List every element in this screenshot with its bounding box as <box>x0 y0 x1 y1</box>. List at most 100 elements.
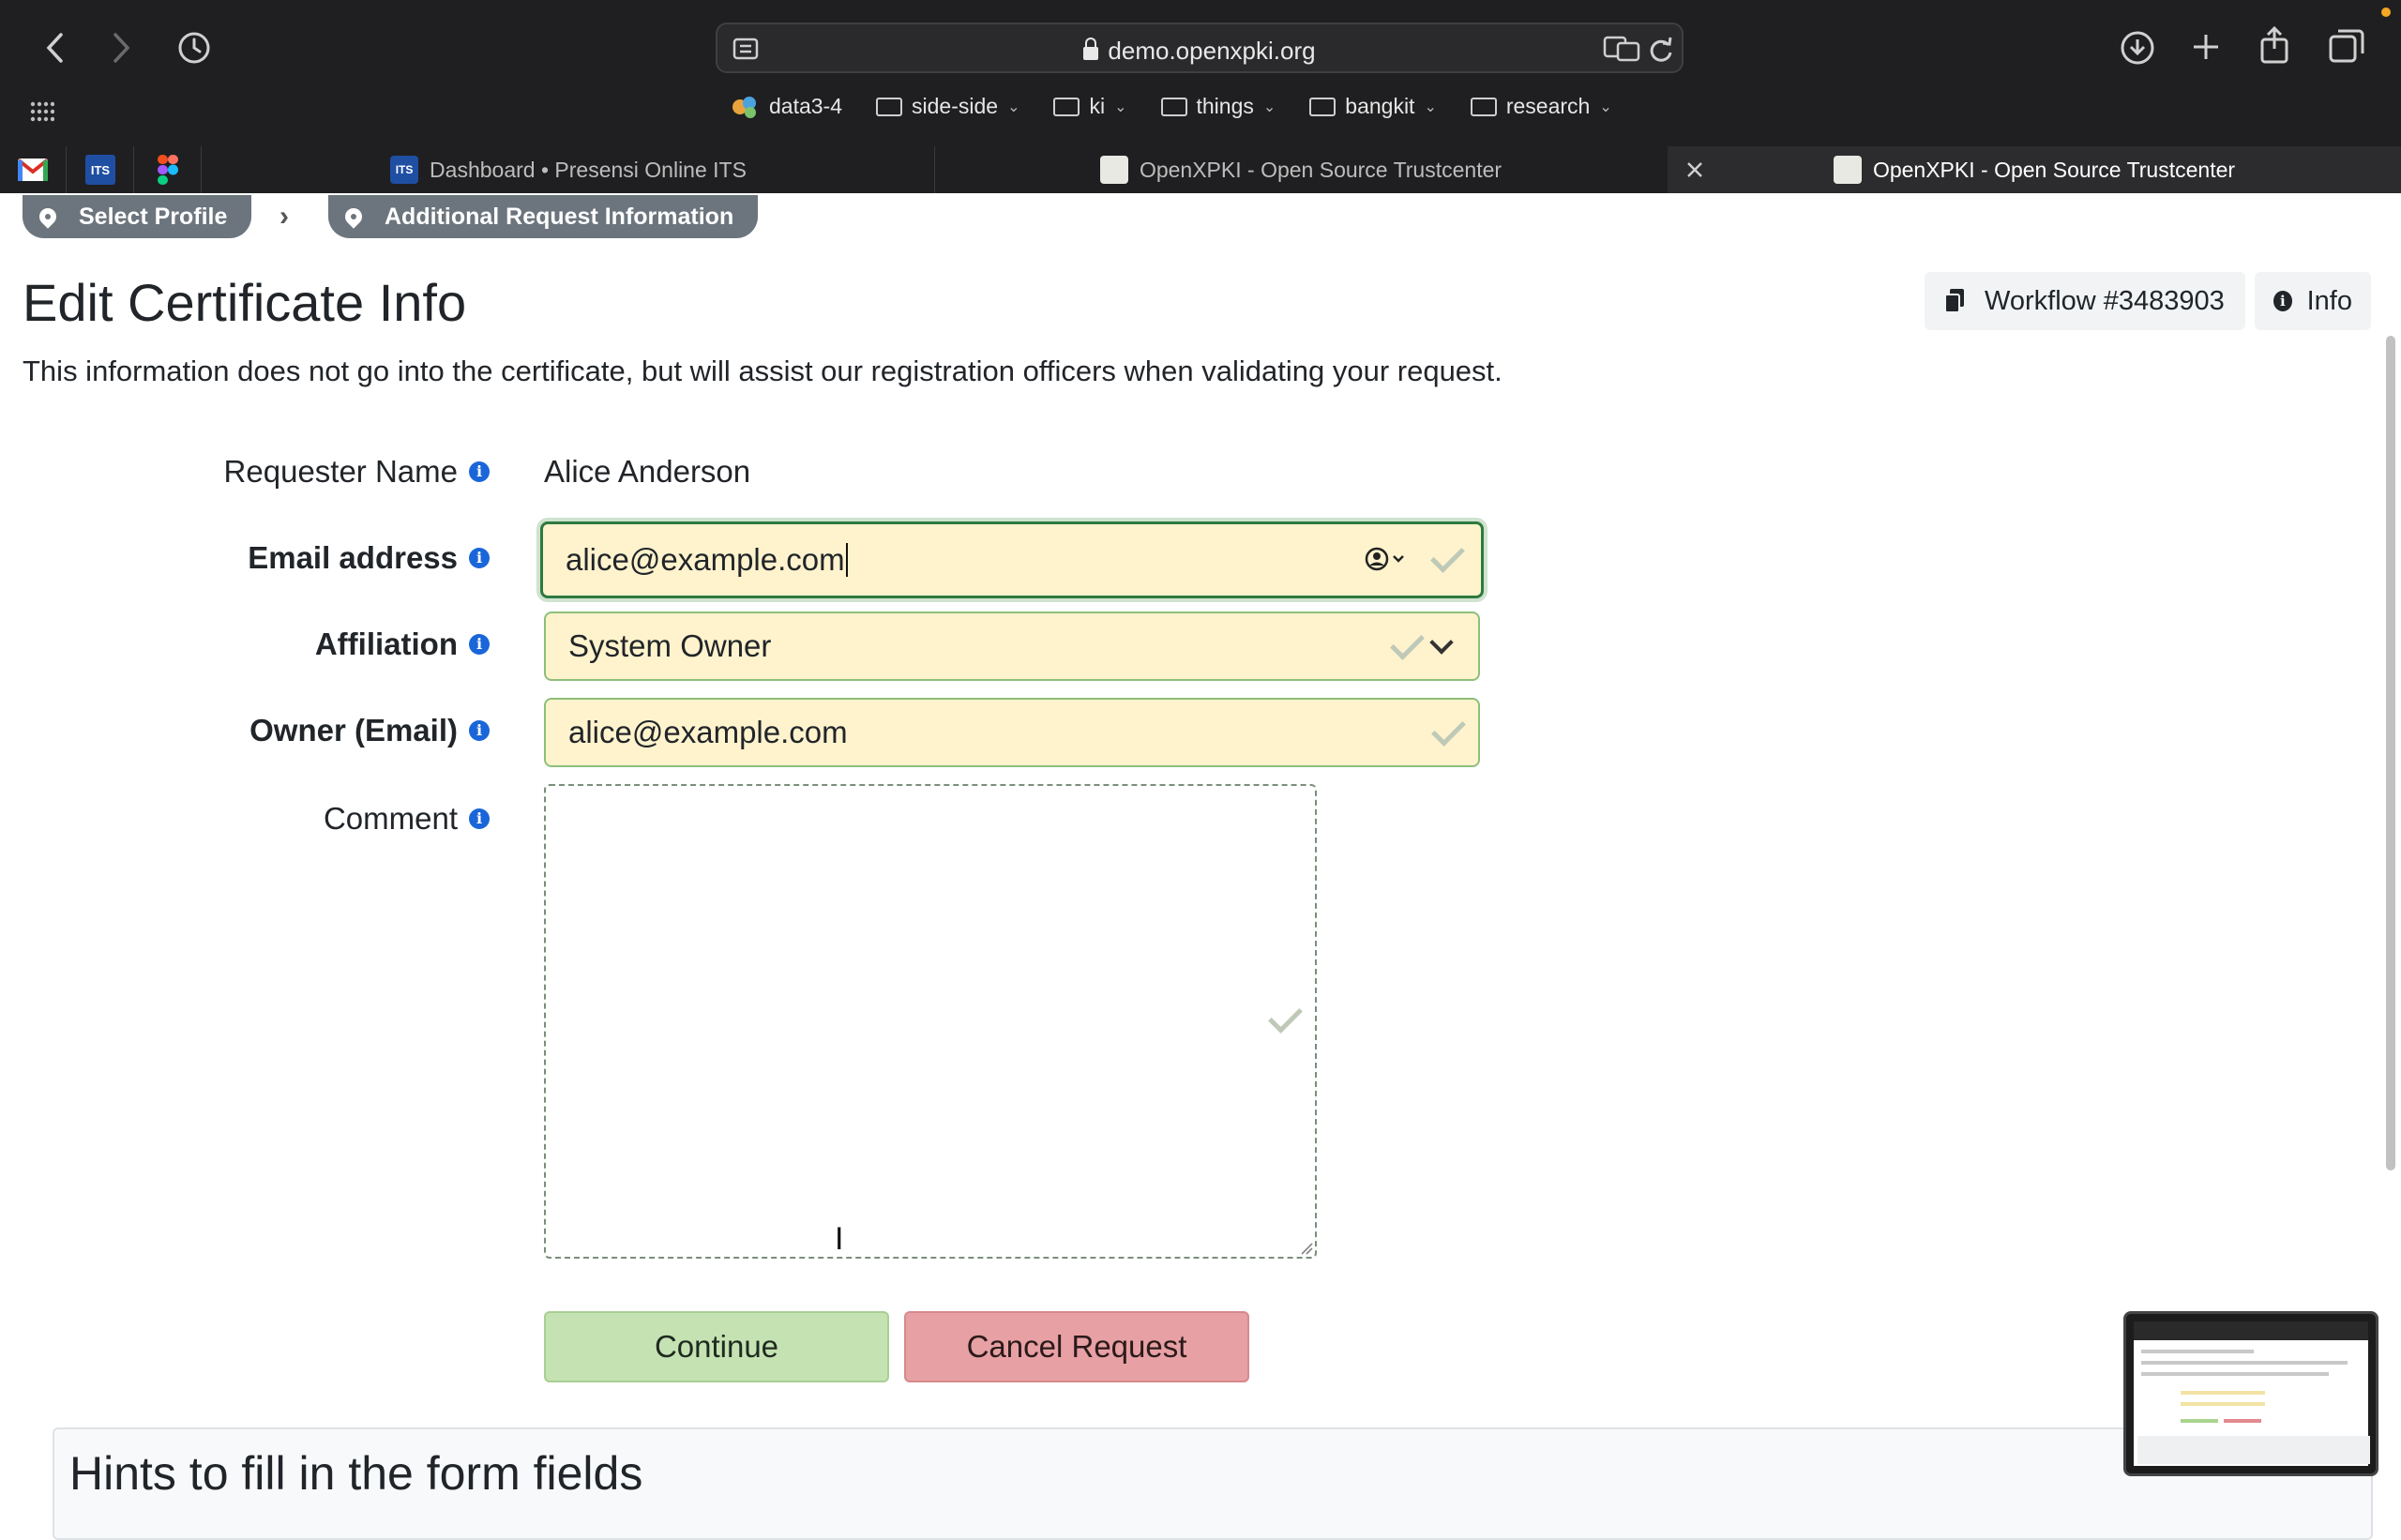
info-icon[interactable]: i <box>469 461 490 482</box>
resize-handle-icon[interactable] <box>1298 1240 1313 1255</box>
map-pin-icon <box>341 204 366 229</box>
info-icon[interactable]: i <box>469 808 490 829</box>
chevron-down-icon: ⌄ <box>1114 98 1127 115</box>
new-tab-icon[interactable] <box>2191 32 2221 62</box>
bookmark-label: ki <box>1089 94 1106 118</box>
cancel-request-button[interactable]: Cancel Request <box>904 1311 1249 1382</box>
owner-email-label: Owner (Email) i <box>249 713 490 748</box>
bookmark-label: data3-4 <box>769 94 843 118</box>
thumbnail-line <box>2141 1361 2348 1365</box>
folder-icon <box>1470 97 1497 116</box>
tab-bar: ITS ITS Dashboard • Presensi Online ITS … <box>0 146 2401 193</box>
affiliation-select[interactable]: System Owner <box>544 611 1480 681</box>
back-button[interactable] <box>32 24 79 71</box>
breadcrumb-select-profile[interactable]: Select Profile <box>23 195 251 238</box>
folder-icon <box>876 97 903 116</box>
tab-overview-icon[interactable] <box>2328 28 2365 64</box>
thumbnail-line <box>2141 1350 2254 1353</box>
tab-title: OpenXPKI - Open Source Trustcenter <box>1139 157 1503 182</box>
thumbnail-line <box>2137 1436 2370 1464</box>
email-field[interactable]: alice@example.com <box>540 521 1484 598</box>
checkmark-icon <box>1390 626 1425 660</box>
info-icon[interactable]: i <box>469 634 490 655</box>
requester-name-label: Requester Name i <box>224 454 490 490</box>
tab-dashboard[interactable]: ITS Dashboard • Presensi Online ITS <box>203 146 935 193</box>
comment-label: Comment i <box>324 801 490 837</box>
owner-email-value: alice@example.com <box>568 715 848 749</box>
reload-icon[interactable] <box>1648 36 1674 64</box>
gmail-icon <box>17 159 49 181</box>
workflow-label: Workflow #3483903 <box>1985 285 2225 316</box>
email-label: Email address i <box>248 540 490 576</box>
page-lead: This information does not go into the ce… <box>23 355 1503 387</box>
download-icon[interactable] <box>2120 30 2155 66</box>
checkmark-icon <box>1268 999 1303 1034</box>
label-text: Requester Name <box>223 454 458 489</box>
pinned-tab-gmail[interactable] <box>0 146 67 193</box>
folder-icon <box>1309 97 1336 116</box>
info-button[interactable]: i Info <box>2255 272 2371 330</box>
share-icon[interactable] <box>2258 26 2290 64</box>
label-text: Owner (Email) <box>249 713 458 747</box>
history-icon <box>178 32 210 64</box>
openxpki-favicon <box>1099 156 1128 184</box>
chevron-down-icon: ⌄ <box>1262 98 1276 115</box>
info-icon[interactable]: i <box>469 548 490 568</box>
pinned-tab-figma[interactable] <box>135 146 202 193</box>
tab-openxpki-1[interactable]: OpenXPKI - Open Source Trustcenter <box>934 146 1669 193</box>
bookmark-folder-ki[interactable]: ki ⌄ <box>1053 94 1127 119</box>
bookmark-data3-4[interactable]: data3-4 <box>732 94 842 119</box>
history-button[interactable] <box>171 24 218 71</box>
url-text-wrap: demo.openxpki.org <box>717 37 1682 66</box>
breadcrumb-label: Additional Request Information <box>385 203 734 230</box>
close-icon[interactable] <box>1686 161 1703 178</box>
requester-name-value: Alice Anderson <box>544 454 751 489</box>
workflow-button[interactable]: Workflow #3483903 <box>1925 272 2245 330</box>
vertical-scrollbar[interactable] <box>2386 336 2395 1170</box>
apps-grid-icon[interactable] <box>30 101 54 122</box>
checkmark-icon <box>1430 538 1465 573</box>
thumbnail-line <box>2224 1419 2261 1423</box>
bookmark-folder-side-side[interactable]: side-side ⌄ <box>876 94 1019 119</box>
bookmarks-bar: data3-4 side-side ⌄ ki ⌄ things ⌄ bangki… <box>732 94 1612 119</box>
info-circle-icon: i <box>2273 291 2292 311</box>
comment-textarea[interactable] <box>544 784 1317 1259</box>
chevron-down-icon: ⌄ <box>1007 98 1020 115</box>
screenshot-thumbnail[interactable] <box>2123 1311 2378 1476</box>
info-icon[interactable]: i <box>469 720 490 741</box>
owner-email-field[interactable]: alice@example.com <box>544 698 1480 767</box>
page-title: Edit Certificate Info <box>23 273 467 332</box>
chevron-down-icon: ⌄ <box>1424 98 1437 115</box>
browser-chrome: demo.openxpki.org data3-4 side-side ⌄ ki… <box>0 0 2401 193</box>
url-text: demo.openxpki.org <box>1108 37 1316 65</box>
autofill-contact-icon[interactable] <box>1365 547 1408 571</box>
bookmark-label: research <box>1505 94 1591 118</box>
continue-button[interactable]: Continue <box>544 1311 889 1382</box>
bookmark-label: bangkit <box>1345 94 1415 118</box>
hints-title: Hints to fill in the form fields <box>69 1447 643 1500</box>
favicon-text: ITS <box>395 163 414 176</box>
text-cursor-icon: I <box>835 1221 844 1257</box>
translate-icon[interactable] <box>1603 36 1640 62</box>
chevron-down-icon <box>1429 630 1454 655</box>
copy-document-icon <box>1944 289 1964 313</box>
folder-icon <box>1160 97 1187 116</box>
bookmark-label: side-side <box>912 94 999 118</box>
forward-button[interactable] <box>98 24 144 71</box>
bookmark-folder-research[interactable]: research ⌄ <box>1470 94 1612 119</box>
map-pin-icon <box>36 204 60 229</box>
address-bar[interactable]: demo.openxpki.org <box>716 23 1684 73</box>
its-icon-text: ITS <box>90 162 111 177</box>
bookmark-folder-things[interactable]: things ⌄ <box>1160 94 1276 119</box>
thumbnail-line <box>2181 1402 2265 1406</box>
hints-panel: Hints to fill in the form fields <box>53 1427 2373 1540</box>
thumbnail-chrome <box>2134 1321 2368 1340</box>
bookmark-label: things <box>1196 94 1254 118</box>
tab-openxpki-active[interactable]: OpenXPKI - Open Source Trustcenter <box>1668 146 2401 193</box>
pinned-tab-its[interactable]: ITS <box>68 146 134 193</box>
chevron-left-icon <box>46 33 63 63</box>
bookmark-folder-bangkit[interactable]: bangkit ⌄ <box>1309 94 1437 119</box>
label-text: Comment <box>323 801 458 836</box>
breadcrumb-additional-info[interactable]: Additional Request Information <box>328 195 758 238</box>
folder-icon <box>1053 97 1080 116</box>
